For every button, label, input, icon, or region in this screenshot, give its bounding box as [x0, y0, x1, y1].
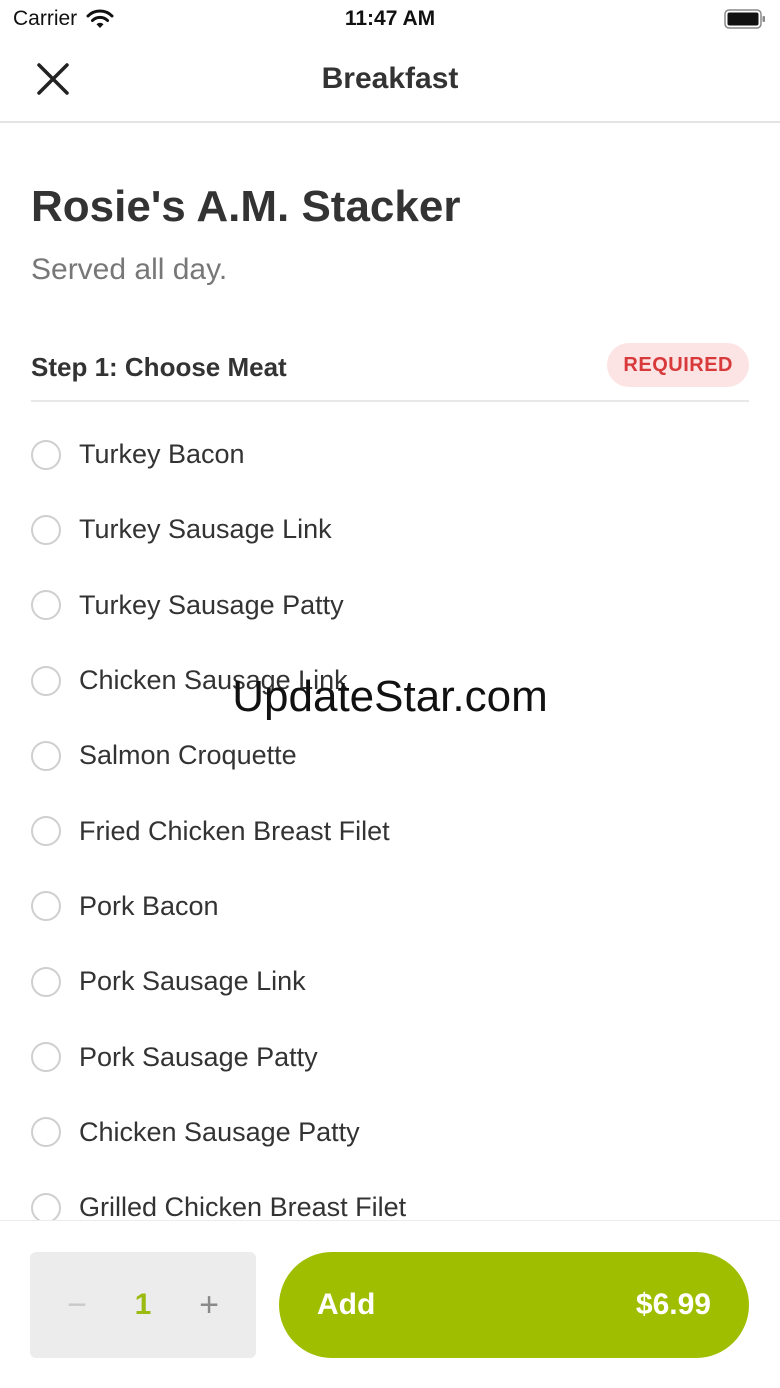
option-label: Pork Bacon — [79, 890, 219, 921]
meat-option[interactable]: Salmon Croquette — [31, 718, 749, 793]
required-badge: REQUIRED — [607, 343, 749, 387]
radio-button[interactable] — [31, 1117, 61, 1148]
add-button-price: $6.99 — [635, 1288, 711, 1321]
option-label: Pork Sausage Link — [79, 966, 306, 997]
radio-button[interactable] — [31, 1192, 61, 1223]
item-subtitle: Served all day. — [31, 253, 228, 286]
meat-option[interactable]: Fried Chicken Breast Filet — [31, 793, 749, 868]
option-label: Chicken Sausage Patty — [79, 1116, 360, 1147]
radio-button[interactable] — [31, 439, 61, 470]
meat-option[interactable]: Pork Sausage Link — [31, 944, 749, 1019]
nav-title: Breakfast — [321, 62, 459, 95]
meat-option[interactable]: Pork Sausage Patty — [31, 1019, 749, 1094]
clock: 11:47 AM — [344, 7, 436, 30]
meat-options-list: Turkey Bacon Turkey Sausage Link Turkey … — [31, 417, 749, 1245]
option-label: Turkey Bacon — [79, 439, 245, 470]
step-header: Step 1: Choose Meat REQUIRED — [31, 340, 749, 402]
increase-quantity-button[interactable]: + — [174, 1252, 244, 1358]
meat-option[interactable]: Turkey Sausage Patty — [31, 568, 749, 643]
item-title: Rosie's A.M. Stacker — [31, 182, 461, 231]
nav-header: Breakfast — [0, 40, 780, 123]
option-label: Turkey Sausage Patty — [79, 589, 344, 620]
add-to-order-button[interactable]: Add $6.99 — [279, 1252, 749, 1358]
meat-option[interactable]: Turkey Bacon — [31, 417, 749, 492]
radio-button[interactable] — [31, 966, 61, 997]
radio-button[interactable] — [31, 891, 61, 922]
step-label: Step 1: Choose Meat — [31, 352, 287, 382]
meat-option[interactable]: Pork Bacon — [31, 869, 749, 944]
radio-button[interactable] — [31, 1042, 61, 1073]
add-button-label: Add — [317, 1288, 376, 1321]
battery-icon — [724, 9, 765, 29]
meat-option[interactable]: Chicken Sausage Link — [31, 643, 749, 718]
option-label: Chicken Sausage Link — [79, 665, 348, 696]
radio-button[interactable] — [31, 590, 61, 621]
option-label: Fried Chicken Breast Filet — [79, 815, 390, 846]
radio-button[interactable] — [31, 816, 61, 847]
footer-bar: − 1 + Add $6.99 — [0, 1220, 780, 1388]
quantity-stepper: − 1 + — [30, 1252, 256, 1358]
option-label: Grilled Chicken Breast Filet — [79, 1192, 407, 1223]
meat-option[interactable]: Turkey Sausage Link — [31, 492, 749, 567]
status-bar: Carrier 11:47 AM — [0, 0, 780, 40]
option-label: Pork Sausage Patty — [79, 1041, 318, 1072]
option-label: Salmon Croquette — [79, 740, 297, 771]
meat-option[interactable]: Chicken Sausage Patty — [31, 1095, 749, 1170]
radio-button[interactable] — [31, 665, 61, 696]
radio-button[interactable] — [31, 740, 61, 771]
radio-button[interactable] — [31, 514, 61, 545]
option-label: Turkey Sausage Link — [79, 514, 332, 545]
